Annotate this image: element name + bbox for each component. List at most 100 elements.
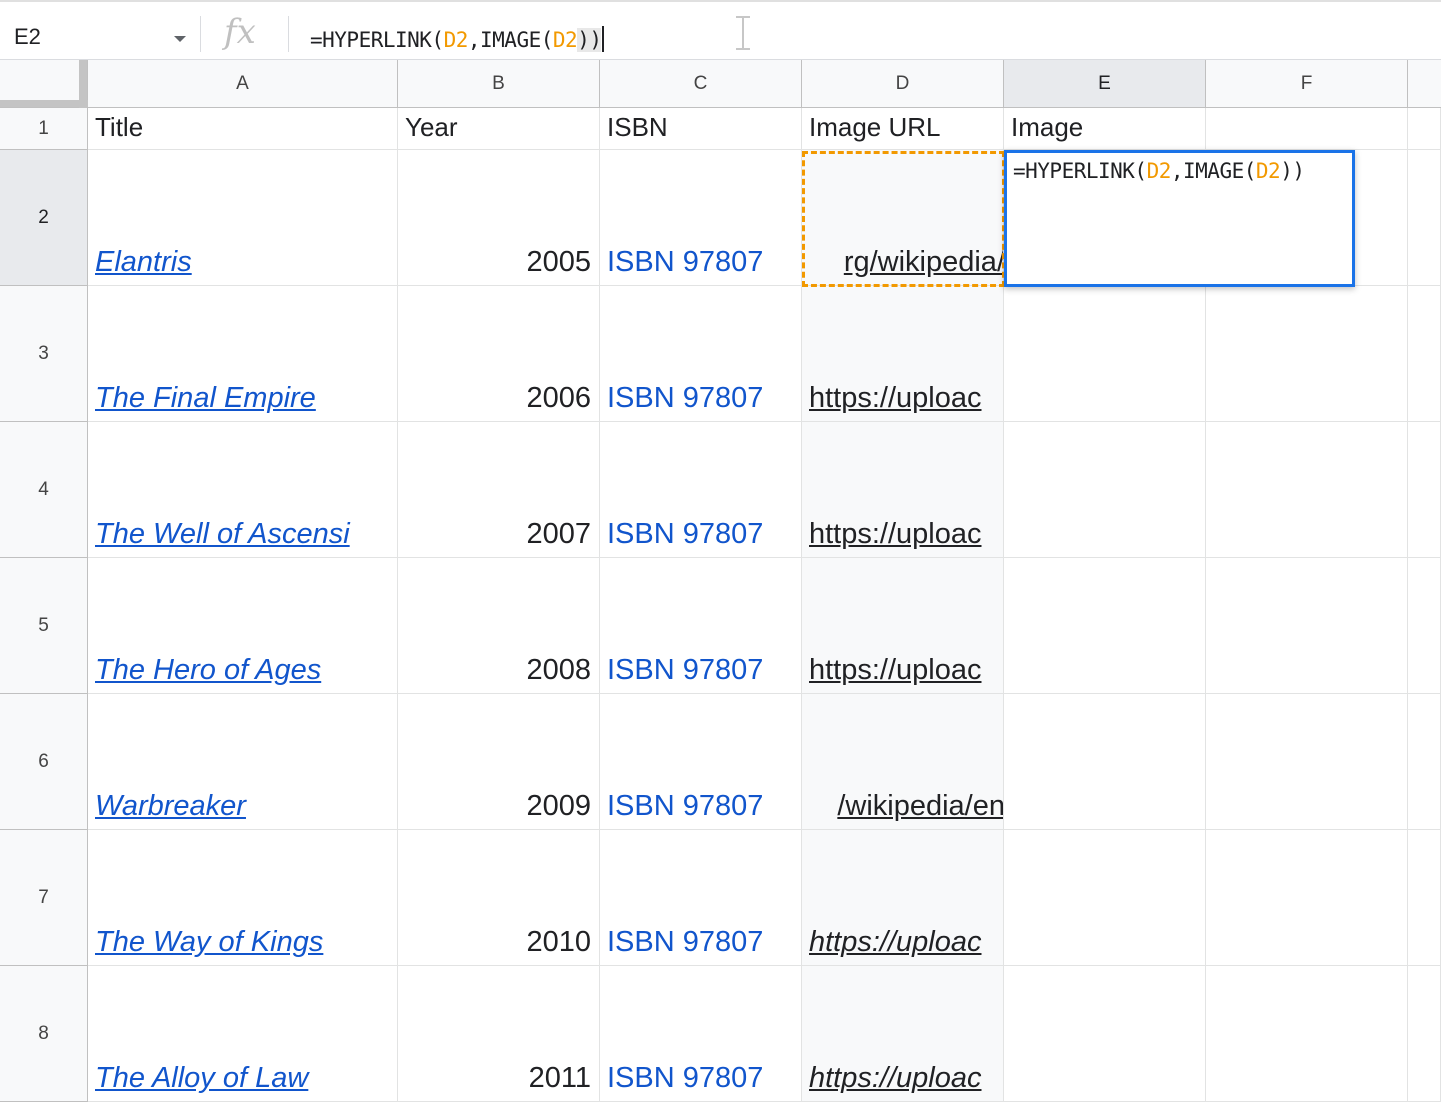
cell-g7[interactable] [1408, 830, 1441, 966]
cell-g4[interactable] [1408, 422, 1441, 558]
cell-text[interactable]: ISBN 97807 [607, 926, 763, 959]
cell-f7[interactable] [1206, 830, 1408, 966]
cell-d8[interactable]: https://uploac [802, 966, 1004, 1102]
url-text[interactable]: /wikipedia/en [837, 790, 1003, 823]
url-text[interactable]: https://uploac [809, 1062, 982, 1095]
cell-g8[interactable] [1408, 966, 1441, 1102]
url-text[interactable]: https://uploac [809, 518, 982, 551]
cell-b5[interactable]: 2008 [398, 558, 600, 694]
cell-a1[interactable]: Title [88, 108, 398, 150]
cell-g2[interactable] [1408, 150, 1441, 286]
cell-g5[interactable] [1408, 558, 1441, 694]
title-link[interactable]: The Alloy of Law [95, 1062, 308, 1095]
cell-d6[interactable]: /wikipedia/en [802, 694, 1004, 830]
url-text[interactable]: https://uploac [809, 382, 982, 415]
cell-a3[interactable]: The Final Empire [88, 286, 398, 422]
cell-a6[interactable]: Warbreaker [88, 694, 398, 830]
cell-text[interactable]: ISBN 97807 [607, 518, 763, 551]
row-header-3[interactable]: 3 [0, 286, 88, 422]
title-link[interactable]: Elantris [95, 246, 192, 279]
cell-text[interactable]: ISBN 97807 [607, 654, 763, 687]
row-header-2[interactable]: 2 [0, 150, 88, 286]
cell-f5[interactable] [1206, 558, 1408, 694]
cell-e1[interactable]: Image [1004, 108, 1206, 150]
cell-b1[interactable]: Year [398, 108, 600, 150]
column-header-f[interactable]: F [1206, 60, 1408, 108]
title-link[interactable]: The Well of Ascensi [95, 518, 350, 551]
cell-e5[interactable] [1004, 558, 1206, 694]
cell-f1[interactable] [1206, 108, 1408, 150]
cell-d2[interactable]: rg/wikipedia/ [802, 150, 1004, 286]
cell-b7[interactable]: 2010 [398, 830, 600, 966]
cell-c4[interactable]: ISBN 97807 [600, 422, 802, 558]
title-link[interactable]: The Final Empire [95, 382, 316, 415]
cell-f4[interactable] [1206, 422, 1408, 558]
cell-c6[interactable]: ISBN 97807 [600, 694, 802, 830]
cell-e8[interactable] [1004, 966, 1206, 1102]
cell-text[interactable]: ISBN 97807 [607, 1062, 763, 1095]
divider [200, 16, 201, 52]
cell-d1[interactable]: Image URL [802, 108, 1004, 150]
row-header-4[interactable]: 4 [0, 422, 88, 558]
chevron-down-icon[interactable] [174, 36, 186, 42]
cell-e4[interactable] [1004, 422, 1206, 558]
cell-text: 2009 [526, 790, 591, 822]
cell-c3[interactable]: ISBN 97807 [600, 286, 802, 422]
title-link[interactable]: The Hero of Ages [95, 654, 321, 687]
cell-b6[interactable]: 2009 [398, 694, 600, 830]
cell-b4[interactable]: 2007 [398, 422, 600, 558]
name-box[interactable]: E2 [0, 2, 198, 60]
cell-c1[interactable]: ISBN [600, 108, 802, 150]
cell-a4[interactable]: The Well of Ascensi [88, 422, 398, 558]
cell-a5[interactable]: The Hero of Ages [88, 558, 398, 694]
cell-b2[interactable]: 2005 [398, 150, 600, 286]
formula-part: ,IMAGE( [467, 28, 554, 52]
column-header-a[interactable]: A [88, 60, 398, 108]
formula-input[interactable]: =HYPERLINK(D2,IMAGE(D2)) [310, 26, 605, 52]
cell-d7[interactable]: https://uploac [802, 830, 1004, 966]
cell-c2[interactable]: ISBN 97807 [600, 150, 802, 286]
cell-g1[interactable] [1408, 108, 1441, 150]
cell-a2[interactable]: Elantris [88, 150, 398, 286]
row-header-6[interactable]: 6 [0, 694, 88, 830]
cell-f3[interactable] [1206, 286, 1408, 422]
cell-e3[interactable] [1004, 286, 1206, 422]
cell-text: 2007 [526, 518, 591, 550]
column-header-c[interactable]: C [600, 60, 802, 108]
cell-editor[interactable]: =HYPERLINK(D2,IMAGE(D2)) [1004, 150, 1355, 287]
column-header-g[interactable] [1408, 60, 1441, 108]
ibeam-cursor-icon [736, 16, 750, 50]
cell-d5[interactable]: https://uploac [802, 558, 1004, 694]
cell-c5[interactable]: ISBN 97807 [600, 558, 802, 694]
cell-b3[interactable]: 2006 [398, 286, 600, 422]
cell-c8[interactable]: ISBN 97807 [600, 966, 802, 1102]
cell-text[interactable]: ISBN 97807 [607, 790, 763, 823]
url-text[interactable]: rg/wikipedia/ [844, 246, 1003, 279]
cell-e6[interactable] [1004, 694, 1206, 830]
title-link[interactable]: The Way of Kings [95, 926, 323, 959]
cell-e7[interactable] [1004, 830, 1206, 966]
column-header-e[interactable]: E [1004, 60, 1206, 108]
url-text[interactable]: https://uploac [809, 926, 982, 959]
select-all-corner[interactable] [0, 60, 88, 108]
row-header-1[interactable]: 1 [0, 108, 88, 150]
cell-c7[interactable]: ISBN 97807 [600, 830, 802, 966]
column-header-d[interactable]: D [802, 60, 1004, 108]
cell-a8[interactable]: The Alloy of Law [88, 966, 398, 1102]
cell-a7[interactable]: The Way of Kings [88, 830, 398, 966]
row-header-8[interactable]: 8 [0, 966, 88, 1102]
row-header-5[interactable]: 5 [0, 558, 88, 694]
cell-d3[interactable]: https://uploac [802, 286, 1004, 422]
cell-b8[interactable]: 2011 [398, 966, 600, 1102]
url-text[interactable]: https://uploac [809, 654, 982, 687]
row-header-7[interactable]: 7 [0, 830, 88, 966]
cell-d4[interactable]: https://uploac [802, 422, 1004, 558]
column-header-b[interactable]: B [398, 60, 600, 108]
cell-g6[interactable] [1408, 694, 1441, 830]
cell-g3[interactable] [1408, 286, 1441, 422]
title-link[interactable]: Warbreaker [95, 790, 246, 823]
cell-f6[interactable] [1206, 694, 1408, 830]
cell-f8[interactable] [1206, 966, 1408, 1102]
cell-text[interactable]: ISBN 97807 [607, 246, 763, 279]
cell-text[interactable]: ISBN 97807 [607, 382, 763, 415]
